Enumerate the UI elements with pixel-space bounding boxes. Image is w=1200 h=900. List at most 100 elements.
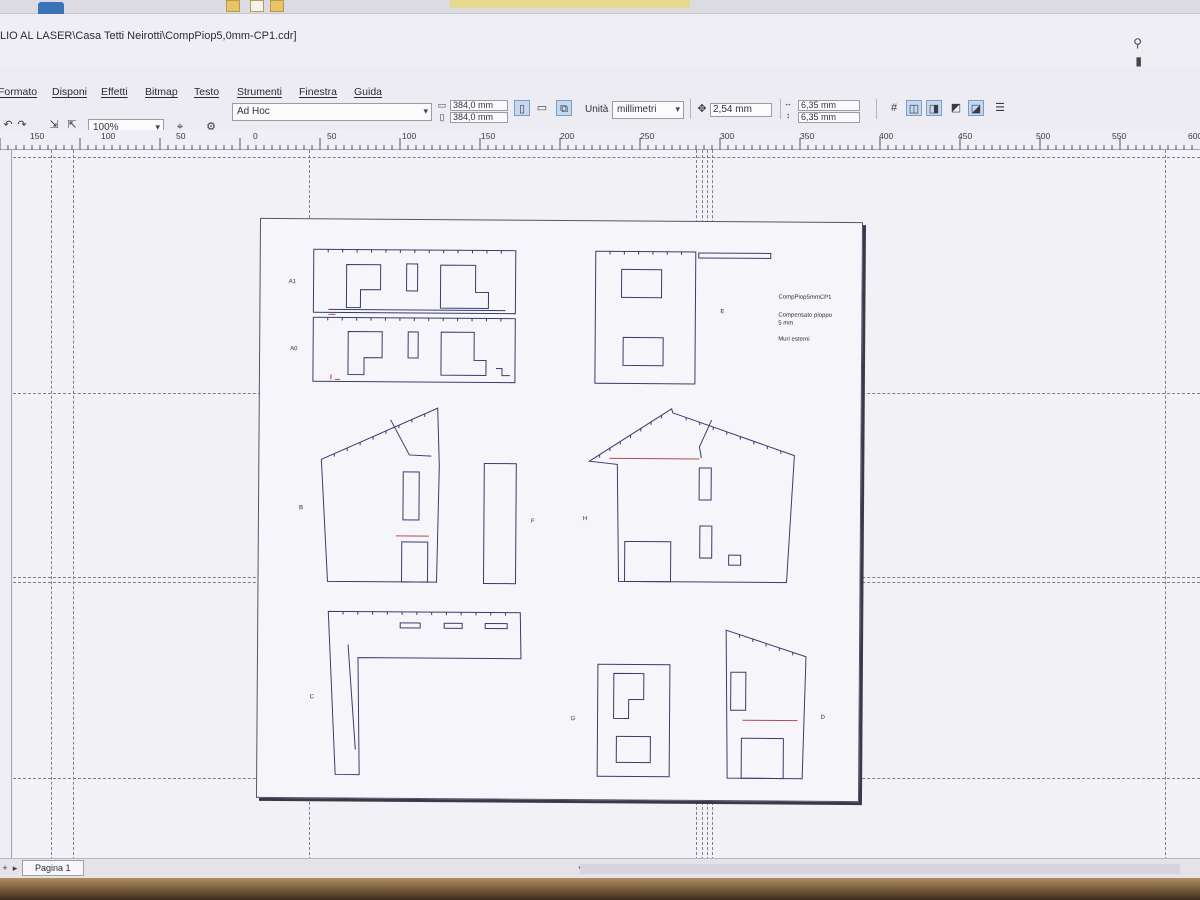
units-value: millimetri xyxy=(617,104,657,115)
label-b: B xyxy=(298,505,304,512)
ruler-label: 300 xyxy=(720,131,735,141)
title-bar: LIO AL LASER\Casa Tetti Neirotti\CompPio… xyxy=(0,14,1200,68)
taskbar-check-icon[interactable] xyxy=(250,0,264,12)
page-height-field[interactable]: 384,0 mm xyxy=(450,112,508,123)
label-g: G xyxy=(570,716,576,723)
small-square xyxy=(728,554,742,566)
units-label: Unità xyxy=(585,104,609,115)
separator xyxy=(876,99,877,119)
slot-cutout xyxy=(399,622,421,629)
page-tab[interactable]: Pagina 1 xyxy=(22,860,84,876)
page-size-select[interactable]: Ad Hoc ▾ xyxy=(232,103,432,121)
menu-testo[interactable]: Testo xyxy=(194,86,219,98)
slot-cutout xyxy=(443,622,463,629)
ruler-label: 200 xyxy=(560,131,575,141)
vertical-ruler[interactable] xyxy=(0,150,12,860)
edge-line xyxy=(328,308,506,312)
ruler-label: 50 xyxy=(327,131,337,141)
window-cutout xyxy=(699,525,713,559)
units-select[interactable]: millimetri ▾ xyxy=(612,101,684,119)
ruler-label: 250 xyxy=(640,131,655,141)
duplicate-x-field[interactable]: 6,35 mm xyxy=(798,100,860,111)
taskbar-folder-icon[interactable] xyxy=(226,0,240,12)
add-page-icon[interactable]: + xyxy=(0,860,10,874)
window-cutout xyxy=(407,331,419,359)
ruler-label: 500 xyxy=(1036,131,1051,141)
guideline[interactable] xyxy=(51,150,52,860)
panel-f[interactable] xyxy=(482,462,517,585)
panel-c[interactable] xyxy=(327,610,522,776)
door-cutout xyxy=(623,540,672,583)
chevron-down-icon: ▾ xyxy=(423,106,428,116)
page-height-icon: ▯ xyxy=(439,112,445,122)
panel-a1[interactable] xyxy=(312,248,517,315)
ruler-label: 550 xyxy=(1112,131,1127,141)
ruler-label: 450 xyxy=(958,131,973,141)
guideline[interactable] xyxy=(1165,150,1166,860)
mic-icon[interactable]: ▮ xyxy=(1135,54,1142,68)
ruler-label: 50 xyxy=(176,131,186,141)
window-cutout xyxy=(402,471,420,521)
window-cutout xyxy=(345,264,382,309)
page-width-icon: ▭ xyxy=(437,100,447,110)
guideline[interactable] xyxy=(73,150,74,860)
snap-grid-icon[interactable]: ◨ xyxy=(926,100,942,116)
corel-draw-window: LIO AL LASER\Casa Tetti Neirotti\CompPio… xyxy=(0,0,1200,900)
window-cutout xyxy=(347,331,383,376)
all-pages-icon[interactable]: ⧉ xyxy=(556,100,572,116)
label-f: F xyxy=(530,518,535,525)
duplicate-y-icon: ↕ xyxy=(786,111,790,120)
chevron-down-icon: ▾ xyxy=(675,104,680,114)
menu-effetti[interactable]: Effetti xyxy=(101,86,128,98)
page-navigator-bar: + ▸ Pagina 1 ‹ xyxy=(0,858,1200,878)
guideline[interactable] xyxy=(13,157,1200,158)
door-cutout xyxy=(615,735,651,764)
landscape-icon[interactable]: ▭ xyxy=(534,100,550,116)
step-detail xyxy=(495,368,510,377)
ruler-label: 150 xyxy=(481,131,496,141)
panel-a0[interactable] xyxy=(312,316,516,384)
snap-guides-icon[interactable]: ◩ xyxy=(948,100,964,116)
window-cutout xyxy=(613,672,645,719)
window-cutout xyxy=(620,268,663,299)
horizontal-scrollbar[interactable] xyxy=(580,864,1180,874)
taskbar-folder2-icon[interactable] xyxy=(270,0,284,12)
ruler-label: 600 xyxy=(1188,131,1200,141)
snap-objects-icon[interactable]: ◪ xyxy=(968,100,984,116)
laser-cut-drawing xyxy=(312,248,807,780)
window-cutout xyxy=(406,263,419,292)
panel-d[interactable] xyxy=(725,629,807,780)
monitor-bezel xyxy=(0,878,1200,900)
window-title: LIO AL LASER\Casa Tetti Neirotti\CompPio… xyxy=(0,30,297,42)
separator xyxy=(780,99,781,119)
menu-bitmap[interactable]: Bitmap xyxy=(145,86,178,98)
duplicate-y-field[interactable]: 6,35 mm xyxy=(798,112,860,123)
note-material: Compensato pioppo xyxy=(778,312,833,319)
nudge-distance-field[interactable]: 2,54 mm xyxy=(710,103,772,117)
grid-icon[interactable]: # xyxy=(886,100,902,116)
page-width-field[interactable]: 384,0 mm xyxy=(450,100,508,111)
next-page-icon[interactable]: ▸ xyxy=(10,860,20,874)
label-e: E xyxy=(720,309,725,316)
hint-icon[interactable]: ⚲ xyxy=(1133,36,1142,50)
menu-disponi[interactable]: Disponi xyxy=(52,86,87,98)
separator xyxy=(690,99,691,119)
portrait-icon[interactable]: ▯ xyxy=(514,100,530,116)
ruler-label: 0 xyxy=(253,131,258,141)
door-cutout xyxy=(400,541,429,583)
snap-pixels-icon[interactable]: ◫ xyxy=(906,100,922,116)
ruler-label: 400 xyxy=(879,131,894,141)
panel-h[interactable] xyxy=(587,407,795,584)
label-a0: A0 xyxy=(290,346,298,353)
panel-b[interactable] xyxy=(320,407,440,583)
panel-g[interactable] xyxy=(596,663,671,778)
taskbar xyxy=(0,0,1200,24)
ruler-label: 150 xyxy=(30,131,45,141)
window-cutout xyxy=(439,264,490,310)
window-cutout xyxy=(730,671,747,711)
document-page[interactable]: A1 A0 E B F H C G D CompPiop5mmCP1 Compe… xyxy=(255,217,864,803)
panel-e[interactable] xyxy=(594,250,697,385)
settings-list-icon[interactable]: ☰ xyxy=(992,100,1008,116)
horizontal-ruler[interactable]: 150 100 50 0 50 100 150 200 250 300 350 … xyxy=(0,130,1200,150)
menu-formato[interactable]: Formato xyxy=(0,86,37,98)
